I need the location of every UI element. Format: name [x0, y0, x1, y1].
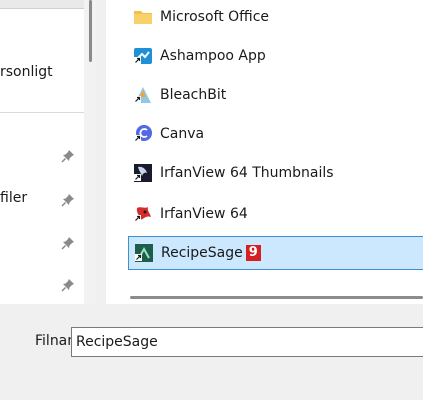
nav-item-label[interactable]: rsonligt: [0, 64, 53, 80]
navigation-scrollbar-thumb[interactable]: [89, 0, 92, 62]
list-item-irfanview-thumbnails[interactable]: IrfanView 64 Thumbnails: [128, 156, 423, 190]
list-item-ashampoo-app[interactable]: Ashampoo App: [128, 39, 423, 73]
list-item-canva[interactable]: Canva: [128, 117, 423, 151]
list-item-label: Canva: [160, 126, 205, 142]
filename-input[interactable]: [71, 327, 423, 357]
bleachbit-shortcut-icon: [134, 87, 151, 103]
list-item-label: RecipeSage: [161, 245, 243, 261]
pin-icon: [61, 150, 74, 163]
folder-icon: [134, 11, 152, 24]
list-item-microsoft-office[interactable]: Microsoft Office: [128, 0, 423, 34]
list-item-label: BleachBit: [160, 87, 227, 103]
recipesage-shortcut-icon: [135, 244, 153, 262]
list-item-label: IrfanView 64: [160, 206, 248, 222]
pin-icon: [61, 194, 74, 207]
list-item-recipesage[interactable]: RecipeSage 9: [128, 236, 423, 270]
irfanview-shortcut-icon: [134, 207, 151, 222]
canva-shortcut-icon: [134, 125, 152, 142]
list-item-label: IrfanView 64 Thumbnails: [160, 165, 334, 181]
pane-splitter[interactable]: [96, 0, 106, 304]
navigation-pane: [0, 0, 94, 304]
nav-item-label[interactable]: filer: [0, 190, 27, 206]
pin-icon: [61, 237, 74, 250]
navigation-header-strip: [0, 0, 84, 9]
irfanview-thumbnails-shortcut-icon: [134, 164, 152, 182]
list-item-label: Ashampoo App: [160, 48, 266, 64]
step-number-badge: 9: [245, 245, 261, 261]
list-item-label: Microsoft Office: [160, 9, 270, 25]
pin-icon: [61, 279, 74, 292]
file-list-horizontal-scrollbar-thumb[interactable]: [130, 296, 423, 299]
nav-separator: [0, 112, 84, 113]
ashampoo-shortcut-icon: [134, 48, 152, 64]
list-item-irfanview[interactable]: IrfanView 64: [128, 197, 423, 231]
list-item-bleachbit[interactable]: BleachBit: [128, 78, 423, 112]
